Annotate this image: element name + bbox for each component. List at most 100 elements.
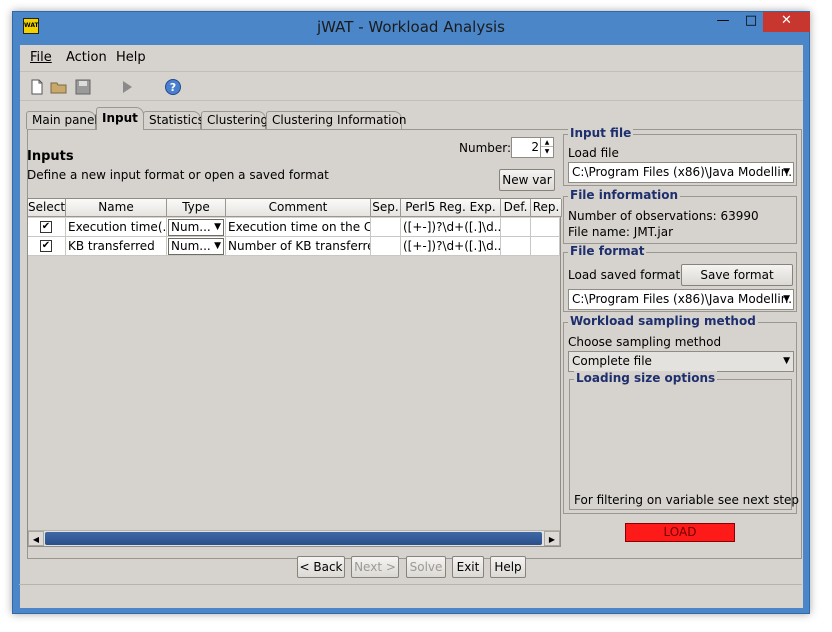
file-information-title: File information	[568, 188, 681, 202]
col-header-def[interactable]: Def.	[501, 199, 531, 217]
svg-text:?: ?	[170, 81, 176, 94]
loading-size-title: Loading size options	[574, 371, 718, 385]
comment-cell[interactable]: Number of KB transferre...	[226, 237, 371, 256]
minimize-button[interactable]: —	[709, 12, 737, 32]
spinner-buttons: ▲ ▼	[540, 138, 553, 157]
type-cell[interactable]: Num... ▼	[167, 237, 226, 256]
menu-file[interactable]: File	[30, 50, 52, 65]
name-cell[interactable]: KB transferred	[66, 237, 167, 256]
dropdown-arrow-icon: ▼	[783, 356, 790, 366]
back-button[interactable]: < Back	[297, 556, 345, 578]
menu-action-label: Action	[66, 50, 107, 65]
file-format-title: File format	[568, 244, 647, 258]
input-file-title: Input file	[568, 126, 634, 140]
tab-input[interactable]: Input	[96, 107, 144, 130]
save-format-button[interactable]: Save format	[681, 264, 793, 286]
comment-cell[interactable]: Execution time on the CPU	[226, 218, 371, 237]
col-header-comment[interactable]: Comment	[226, 199, 371, 217]
file-name-text: File name: JMT.jar	[568, 225, 674, 239]
sep-cell[interactable]	[371, 218, 401, 237]
sep-cell[interactable]	[371, 237, 401, 256]
observations-text: Number of observations: 63990	[568, 209, 759, 223]
dropdown-arrow-icon: ▼	[214, 222, 221, 232]
select-cell[interactable]: ✔	[28, 218, 66, 237]
tab-statistics[interactable]: Statistics	[143, 111, 204, 129]
col-header-sep[interactable]: Sep.	[371, 199, 401, 217]
spinner-down-icon[interactable]: ▼	[541, 147, 553, 156]
menu-file-label: File	[30, 50, 52, 65]
number-value: 2	[531, 140, 539, 154]
col-header-name[interactable]: Name	[66, 199, 167, 217]
menu-bar: File Action Help	[20, 45, 803, 69]
save-icon[interactable]	[74, 78, 92, 96]
rep-cell[interactable]	[531, 218, 560, 237]
menu-help[interactable]: Help	[116, 50, 146, 65]
sampling-method-value: Complete file	[572, 354, 652, 368]
exit-button[interactable]: Exit	[452, 556, 484, 578]
col-header-select[interactable]: Select	[28, 199, 66, 217]
number-spinner[interactable]: 2 ▲ ▼	[511, 137, 554, 158]
file-information-group: File information Number of observations:…	[563, 188, 797, 244]
loading-size-group: Loading size options For filtering on va…	[569, 371, 799, 510]
saved-format-combo[interactable]: C:\Program Files (x86)\Java Modellin... ▼	[568, 289, 794, 310]
tab-main-panel[interactable]: Main panel	[26, 111, 98, 129]
title-bar[interactable]: WAT jWAT - Workload Analysis — □ ✕	[13, 12, 810, 45]
next-button[interactable]: Next >	[351, 556, 399, 578]
regex-cell[interactable]: ([+-])?\d+([.]\d..	[401, 237, 501, 256]
type-value: Num...	[171, 239, 211, 253]
status-bar	[19, 584, 802, 602]
type-combo[interactable]: Num... ▼	[168, 219, 224, 236]
col-header-type[interactable]: Type	[167, 199, 226, 217]
horizontal-scrollbar[interactable]: ◀ ▶	[28, 530, 560, 546]
dropdown-arrow-icon: ▼	[783, 294, 790, 304]
sampling-method-combo[interactable]: Complete file ▼	[568, 351, 794, 372]
new-file-icon[interactable]	[28, 78, 46, 96]
input-file-group: Input file Load file C:\Program Files (x…	[563, 126, 797, 186]
table-row[interactable]: ✔ KB transferred Num... ▼ Number of KB tr…	[28, 237, 560, 256]
scrollbar-thumb[interactable]	[45, 532, 542, 545]
file-format-group: File format Load saved format Save forma…	[563, 244, 797, 312]
load-file-path: C:\Program Files (x86)\Java Modellin...	[572, 165, 794, 179]
workload-sampling-title: Workload sampling method	[568, 314, 758, 328]
load-file-combo[interactable]: C:\Program Files (x86)\Java Modellin... ▼	[568, 162, 794, 183]
help-icon[interactable]: ?	[164, 78, 182, 96]
def-cell[interactable]	[501, 218, 531, 237]
inputs-description: Define a new input format or open a save…	[27, 168, 329, 182]
checkbox-checked-icon[interactable]: ✔	[40, 221, 52, 233]
inputs-title: Inputs	[27, 149, 74, 164]
dropdown-arrow-icon: ▼	[783, 167, 790, 177]
close-button[interactable]: ✕	[763, 12, 810, 32]
checkbox-checked-icon[interactable]: ✔	[40, 240, 52, 252]
select-cell[interactable]: ✔	[28, 237, 66, 256]
rep-cell[interactable]	[531, 237, 560, 256]
variables-table: Select Name Type Comment Sep. Perl5 Reg.…	[27, 198, 562, 547]
tab-clustering[interactable]: Clustering	[201, 111, 268, 129]
workload-sampling-group: Workload sampling method Choose sampling…	[563, 314, 799, 514]
window-title: jWAT - Workload Analysis	[317, 18, 505, 36]
number-label: Number:	[459, 141, 512, 155]
scroll-left-icon[interactable]: ◀	[28, 531, 44, 546]
type-value: Num...	[171, 220, 211, 234]
help-button[interactable]: Help	[490, 556, 526, 578]
type-combo[interactable]: Num... ▼	[168, 238, 224, 255]
col-header-regex[interactable]: Perl5 Reg. Exp.	[401, 199, 501, 217]
solve-button[interactable]: Solve	[406, 556, 446, 578]
menu-help-label: Help	[116, 50, 146, 65]
load-button[interactable]: LOAD	[625, 523, 735, 542]
name-cell[interactable]: Execution time(...	[66, 218, 167, 237]
spinner-up-icon[interactable]: ▲	[541, 138, 553, 147]
open-folder-icon[interactable]	[50, 78, 68, 96]
table-row[interactable]: ✔ Execution time(... Num... ▼ Execution t…	[28, 218, 560, 237]
type-cell[interactable]: Num... ▼	[167, 218, 226, 237]
menu-action[interactable]: Action	[66, 50, 107, 65]
run-icon[interactable]	[118, 78, 136, 96]
def-cell[interactable]	[501, 237, 531, 256]
scroll-right-icon[interactable]: ▶	[544, 531, 560, 546]
col-header-rep[interactable]: Rep.	[531, 199, 562, 217]
choose-sampling-label: Choose sampling method	[568, 335, 722, 349]
tab-clustering-information[interactable]: Clustering Information	[266, 111, 406, 129]
regex-cell[interactable]: ([+-])?\d+([.]\d..	[401, 218, 501, 237]
new-var-button[interactable]: New var	[499, 169, 555, 191]
dropdown-arrow-icon: ▼	[214, 241, 221, 251]
maximize-button[interactable]: □	[737, 12, 765, 32]
